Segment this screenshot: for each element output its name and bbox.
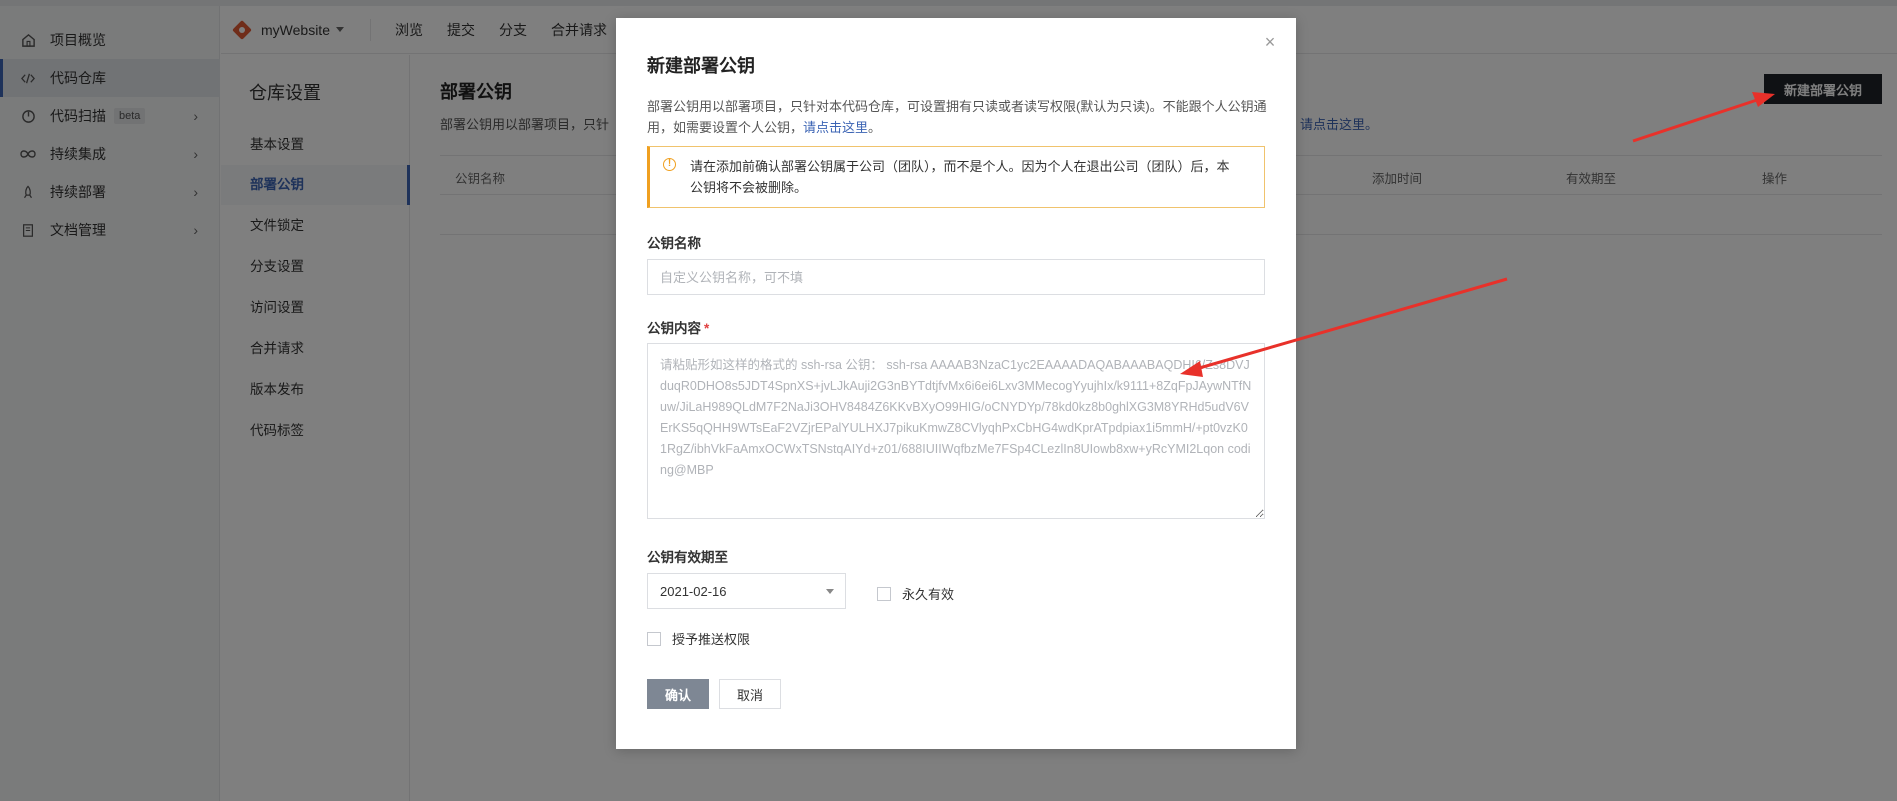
dialog-title: 新建部署公钥 <box>647 56 755 76</box>
warning-text: 请在添加前确认部署公钥属于公司（团队），而不是个人。因为个人在退出公司（团队）后… <box>690 159 1230 195</box>
key-content-label-text: 公钥内容 <box>647 321 701 336</box>
checkbox-box[interactable] <box>877 586 891 601</box>
checkbox-box[interactable] <box>647 631 661 646</box>
confirm-button[interactable]: 确认 <box>647 679 709 709</box>
dialog-description-text: 部署公钥用以部署项目，只针对本代码仓库，可设置拥有只读或者读写权限(默认为只读)… <box>647 99 1267 135</box>
expire-date-picker[interactable]: 2021-02-16 <box>647 573 846 609</box>
warning-icon: ! <box>663 158 676 171</box>
push-permission-label: 授予推送权限 <box>672 632 751 647</box>
key-content-label: 公钥内容 * <box>647 317 709 337</box>
close-icon[interactable]: × <box>1260 32 1280 52</box>
caret-down-icon <box>826 589 834 594</box>
new-deploy-key-dialog: 新建部署公钥 × 部署公钥用以部署项目，只针对本代码仓库，可设置拥有只读或者读写… <box>616 18 1296 749</box>
warning-alert: ! 请在添加前确认部署公钥属于公司（团队），而不是个人。因为个人在退出公司（团队… <box>647 146 1265 208</box>
forever-label: 永久有效 <box>902 587 955 602</box>
key-name-label: 公钥名称 <box>647 236 701 251</box>
expire-label: 公钥有效期至 <box>647 550 728 565</box>
cancel-button[interactable]: 取消 <box>719 679 781 709</box>
forever-checkbox[interactable]: 永久有效 <box>877 584 954 603</box>
key-content-textarea[interactable] <box>647 343 1265 519</box>
dialog-description: 部署公钥用以部署项目，只针对本代码仓库，可设置拥有只读或者读写权限(默认为只读)… <box>647 96 1267 138</box>
expire-date-value: 2021-02-16 <box>660 583 727 599</box>
required-mark: * <box>704 321 710 336</box>
dialog-description-end: 。 <box>868 120 882 135</box>
personal-key-link[interactable]: 请点击这里 <box>803 120 868 135</box>
key-name-input[interactable] <box>647 259 1265 295</box>
push-permission-checkbox[interactable]: 授予推送权限 <box>647 629 750 648</box>
